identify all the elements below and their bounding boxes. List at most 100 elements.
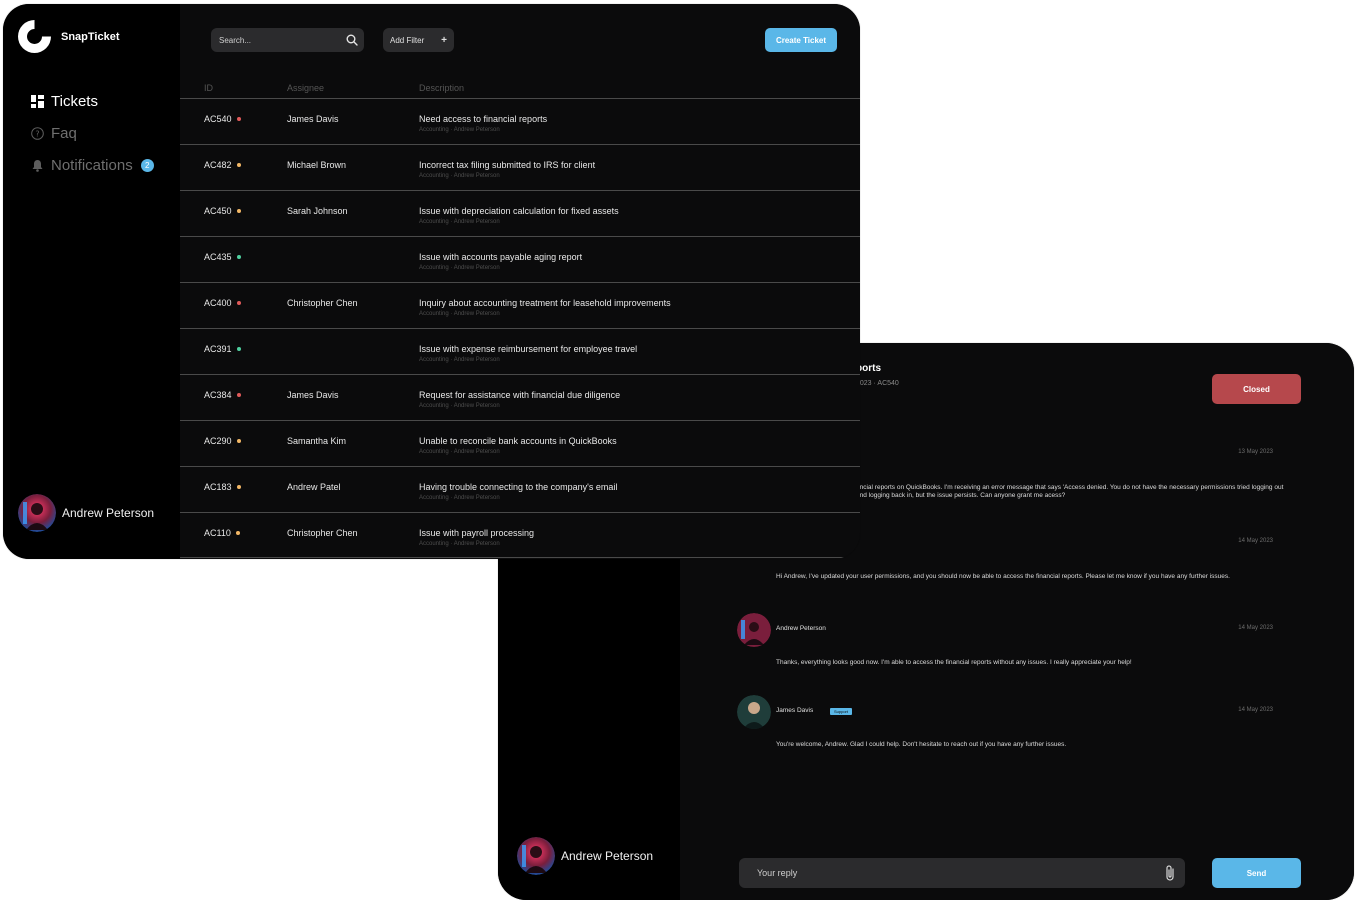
priority-dot — [235, 531, 240, 535]
search-icon[interactable] — [346, 34, 358, 46]
ticket-id-cell: AC540 — [204, 114, 241, 124]
search-box — [211, 28, 364, 52]
create-ticket-button[interactable]: Create Ticket — [765, 28, 837, 52]
ticket-subtitle: Accounting · Andrew Peterson — [419, 173, 500, 179]
sidebar-item-label: Faq — [51, 124, 77, 142]
ticket-subtitle: Accounting · Andrew Peterson — [419, 449, 500, 455]
message-body: ancial reports on QuickBooks. I'm receiv… — [856, 484, 1284, 499]
ticket-id-cell: AC450 — [204, 206, 241, 216]
search-input[interactable] — [217, 34, 346, 46]
user-avatar — [18, 494, 56, 532]
table-row[interactable]: AC400 Christopher Chen Inquiry about accou… — [180, 282, 860, 328]
send-button[interactable]: Send — [1212, 858, 1301, 888]
message-date: 13 May 2023 — [1238, 449, 1273, 455]
notification-count-badge: 2 — [140, 158, 154, 172]
paperclip-icon[interactable] — [1163, 864, 1177, 882]
table-row[interactable]: AC183 Andrew Patel Having trouble connecti… — [180, 466, 860, 512]
table-row[interactable]: AC384 James Davis Request for assistance w… — [180, 374, 860, 420]
ticket-id: AC450 — [204, 206, 232, 216]
priority-dot — [236, 117, 241, 121]
column-header-description[interactable]: Description — [419, 83, 464, 93]
priority-dot — [236, 209, 241, 213]
ticket-id: AC435 — [204, 252, 232, 262]
ticket-id-cell: AC435 — [204, 252, 241, 262]
ticket-subtitle: Accounting · Andrew Peterson — [419, 219, 500, 225]
ticket-subtitle: Accounting · Andrew Peterson — [419, 541, 500, 547]
column-header-id[interactable]: ID — [204, 83, 213, 93]
reply-box — [739, 858, 1185, 888]
ticket-id: AC290 — [204, 436, 232, 446]
ticket-description: Issue with expense reimbursement for emp… — [419, 344, 638, 354]
table-row[interactable]: AC110 Christopher Chen Issue with payroll … — [180, 512, 860, 558]
sidebar-item-label: Tickets — [51, 92, 98, 110]
sidebar: SnapTicket Tickets ? Faq Notifications 2… — [3, 4, 180, 559]
priority-dot — [236, 393, 241, 397]
ticket-assignee: James Davis — [287, 114, 339, 124]
table-row[interactable]: AC435 Issue with accounts payable aging r… — [180, 236, 860, 282]
priority-dot — [236, 347, 241, 351]
status-closed-button[interactable]: Closed — [1212, 374, 1301, 404]
priority-dot — [236, 163, 241, 167]
ticket-assignee: Sarah Johnson — [287, 206, 348, 216]
message-body: Hi Andrew, I've updated your user permis… — [776, 573, 1230, 580]
table-row[interactable]: AC290 Samantha Kim Unable to reconcile ban… — [180, 420, 860, 466]
ticket-id: AC391 — [204, 344, 232, 354]
table-row[interactable]: AC482 Michael Brown Incorrect tax filing s… — [180, 144, 860, 190]
message-author: James Davis — [776, 707, 814, 714]
app-name: SnapTicket — [61, 30, 120, 43]
detail-user-profile[interactable]: Andrew Peterson — [517, 837, 653, 875]
ticket-description: Incorrect tax filing submitted to IRS fo… — [419, 160, 596, 170]
ticket-list-window: SnapTicket Tickets ? Faq Notifications 2… — [3, 4, 860, 559]
user-profile[interactable]: Andrew Peterson — [18, 494, 154, 532]
ticket-assignee: Christopher Chen — [287, 528, 358, 538]
grid-icon — [31, 94, 44, 108]
ticket-assignee: Samantha Kim — [287, 436, 347, 446]
ticket-id: AC540 — [204, 114, 232, 124]
ticket-subtitle: Accounting · Andrew Peterson — [419, 495, 500, 501]
message-body: You're welcome, Andrew. Glad I could hel… — [776, 741, 1067, 748]
ticket-assignee: Christopher Chen — [287, 298, 358, 308]
reply-input[interactable] — [755, 867, 1163, 879]
ticket-description: Issue with depreciation calculation for … — [419, 206, 619, 216]
sidebar-item-notifications[interactable]: Notifications 2 — [31, 149, 154, 181]
message-date: 14 May 2023 — [1238, 707, 1273, 713]
ticket-table: AC540 James Davis Need access to financial… — [180, 98, 860, 558]
priority-dot — [236, 485, 241, 489]
ticket-meta: 2023 · AC540 — [856, 380, 899, 387]
table-row[interactable]: AC540 James Davis Need access to financial… — [180, 98, 860, 144]
sidebar-item-faq[interactable]: ? Faq — [31, 117, 154, 149]
ticket-assignee: Michael Brown — [287, 160, 347, 170]
ticket-description: Request for assistance with financial du… — [419, 390, 621, 400]
column-header-assignee[interactable]: Assignee — [287, 83, 324, 93]
author-avatar — [737, 613, 771, 647]
ticket-subtitle: Accounting · Andrew Peterson — [419, 403, 500, 409]
message-body: Thanks, everything looks good now. I'm a… — [776, 659, 1132, 666]
sidebar-item-tickets[interactable]: Tickets — [31, 85, 154, 117]
ticket-subtitle: Accounting · Andrew Peterson — [419, 265, 500, 271]
plus-icon: + — [441, 34, 447, 46]
priority-dot — [236, 301, 241, 305]
add-filter-button[interactable]: Add Filter + — [383, 28, 454, 52]
ticket-description: Inquiry about accounting treatment for l… — [419, 298, 671, 308]
ticket-description: Having trouble connecting to the company… — [419, 482, 618, 492]
ticket-id-cell: AC290 — [204, 436, 241, 446]
ticket-assignee: James Davis — [287, 390, 339, 400]
ticket-description: Issue with accounts payable aging report — [419, 252, 583, 262]
c-logo-icon — [18, 20, 51, 53]
message-author: Andrew Peterson — [776, 625, 826, 632]
ticket-assignee: Andrew Patel — [287, 482, 341, 492]
ticket-subtitle: Accounting · Andrew Peterson — [419, 311, 500, 317]
ticket-id-cell: AC384 — [204, 390, 241, 400]
ticket-id: AC110 — [204, 528, 231, 538]
bell-icon — [32, 159, 43, 172]
ticket-id: AC400 — [204, 298, 232, 308]
priority-dot — [236, 255, 241, 259]
ticket-description: Issue with payroll processing — [419, 528, 535, 538]
author-avatar — [737, 695, 771, 729]
table-row[interactable]: AC391 Issue with expense reimbursement fo… — [180, 328, 860, 374]
ticket-description: Need access to financial reports — [419, 114, 548, 124]
brand[interactable]: SnapTicket — [18, 20, 120, 53]
table-row[interactable]: AC450 Sarah Johnson Issue with depreciatio… — [180, 190, 860, 236]
user-name: Andrew Peterson — [62, 506, 155, 520]
ticket-subtitle: Accounting · Andrew Peterson — [419, 127, 500, 133]
